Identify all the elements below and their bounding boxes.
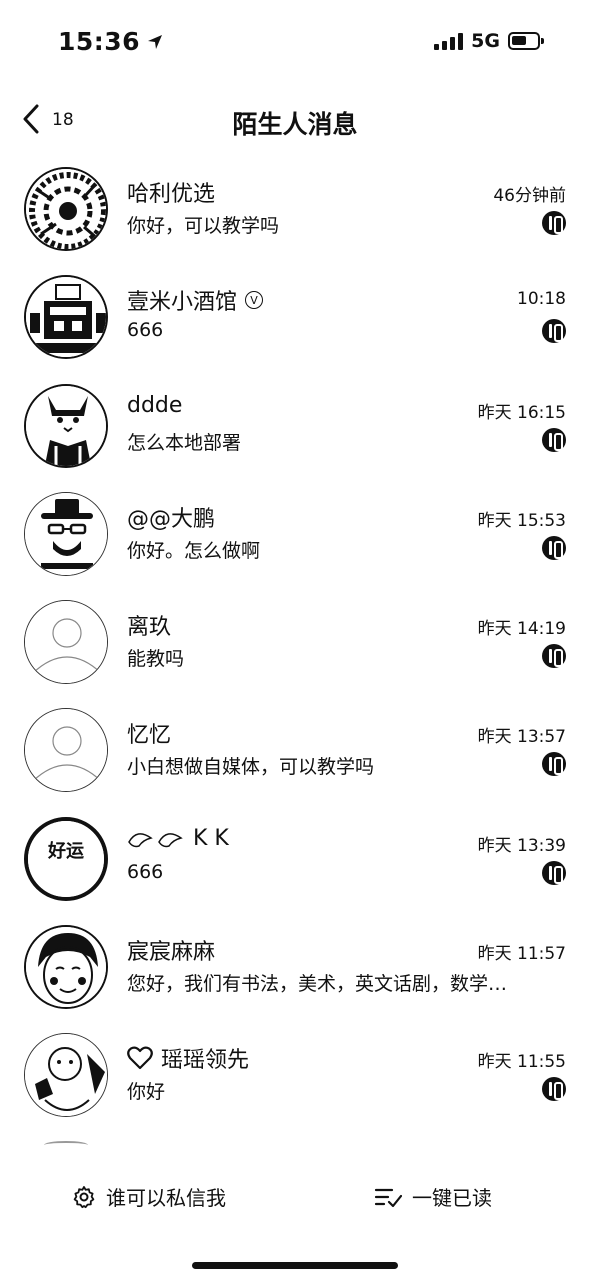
privacy-settings-label: 谁可以私信我 [106, 1186, 226, 1210]
message-preview: 怎么本地部署 [127, 431, 242, 454]
message-time: 昨天 11:57 [477, 944, 566, 965]
contact-name: @@大鹏 [127, 506, 216, 532]
avatar [24, 1033, 108, 1118]
bottom-action-bar: 谁可以私信我 一键已读 [0, 1170, 590, 1230]
contact-name: 忆忆 [127, 723, 172, 749]
mark-read-icon [374, 1188, 402, 1207]
contact-name: K K [127, 826, 229, 851]
location-arrow-icon [148, 34, 163, 49]
message-time: 46分钟前 [493, 186, 566, 206]
contact-name: 壹米小酒馆 V [127, 284, 264, 316]
message-preview: 你好，可以教学吗 [127, 215, 280, 237]
conversation-row[interactable]: 忆忆 小白想做自媒体，可以教学吗 昨天 13:57 [0, 695, 590, 803]
message-preview: 您好，我们有书法，美术，英文话剧，数学… [127, 973, 508, 996]
avatar [24, 383, 108, 468]
message-time: 昨天 15:53 [477, 510, 566, 531]
status-badge-icon [542, 211, 566, 235]
message-time: 昨天 14:19 [477, 619, 566, 640]
privacy-settings-button[interactable]: 谁可以私信我 [72, 1182, 226, 1211]
avatar [24, 491, 108, 576]
conversation-row[interactable]: ddde 怎么本地部署 昨天 16:15 [0, 371, 590, 479]
contact-name: 宸宸麻麻 [127, 940, 216, 966]
clock-text: 15:36 [58, 27, 141, 56]
message-time: 昨天 16:15 [477, 402, 566, 423]
conversation-list: 哈利优选 你好，可以教学吗 46分钟前 壹米小酒馆 V 666 10:18 dd… [0, 154, 590, 1129]
message-time: 10:18 [517, 289, 566, 310]
conversation-row[interactable]: 宸宸麻麻 您好，我们有书法，美术，英文话剧，数学… 昨天 11:57 [0, 912, 590, 1020]
contact-name: 离玖 [127, 615, 172, 641]
avatar [24, 275, 108, 360]
contact-name: 哈利优选 [127, 182, 216, 207]
message-preview: 你好 [127, 1081, 166, 1104]
status-bar: 15:36 5G [0, 0, 590, 90]
message-preview: 666 [127, 860, 164, 883]
avatar: 好运 [24, 816, 108, 901]
message-preview: 你好。怎么做啊 [127, 539, 261, 562]
conversation-row[interactable]: 离玖 能教吗 昨天 14:19 [0, 587, 590, 695]
status-badge-icon [542, 644, 566, 669]
status-badge-icon [542, 860, 566, 885]
heart-icon [127, 1046, 153, 1070]
message-preview: 666 [127, 319, 164, 342]
conversation-row[interactable]: 好运 K K 666 昨天 13:39 [0, 804, 590, 912]
status-badge-icon [542, 427, 566, 452]
contact-name: ddde [127, 392, 183, 418]
message-preview: 能教吗 [127, 648, 185, 671]
conversation-row[interactable]: 瑶瑶领先 你好 昨天 11:55 [0, 1020, 590, 1128]
contact-name: 瑶瑶领先 [127, 1042, 249, 1074]
wing-icon [128, 833, 183, 848]
page-title: 陌生人消息 [232, 110, 358, 139]
avatar-text: 好运 [47, 840, 84, 862]
nav-bar: 18 陌生人消息 [0, 95, 590, 151]
home-indicator[interactable] [192, 1262, 398, 1269]
status-badge-icon [542, 319, 566, 344]
message-time: 昨天 13:57 [477, 727, 566, 748]
status-badge-icon [542, 535, 566, 560]
message-preview: 小白想做自媒体，可以教学吗 [127, 756, 375, 779]
conversation-row[interactable]: 哈利优选 你好，可以教学吗 46分钟前 [0, 154, 590, 262]
conversation-row[interactable]: 壹米小酒馆 V 666 10:18 [0, 262, 590, 370]
mark-all-read-button[interactable]: 一键已读 [374, 1182, 492, 1211]
battery-icon [508, 32, 544, 50]
mark-all-read-label: 一键已读 [412, 1186, 492, 1210]
conversation-row[interactable]: @@大鹏 你好。怎么做啊 昨天 15:53 [0, 479, 590, 587]
default-avatar-icon [24, 600, 108, 685]
message-time: 昨天 13:39 [477, 835, 566, 856]
signal-icon [434, 32, 464, 50]
default-avatar-icon [24, 708, 108, 793]
status-indicators: 5G [434, 30, 544, 52]
gear-icon [73, 1185, 95, 1208]
status-time: 15:36 [58, 27, 164, 56]
message-time: 昨天 11:55 [477, 1052, 566, 1073]
partial-avatar [44, 1141, 88, 1149]
avatar [24, 925, 108, 1010]
avatar [24, 167, 108, 251]
status-badge-icon [542, 752, 566, 777]
status-badge-icon [542, 1077, 566, 1102]
network-type: 5G [471, 30, 500, 52]
verified-icon: V [245, 291, 264, 310]
